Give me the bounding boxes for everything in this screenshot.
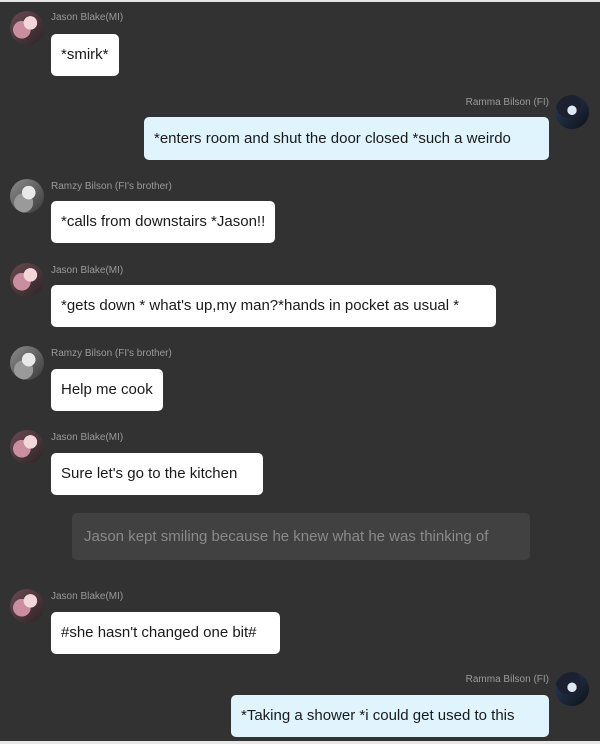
message-bubble[interactable]: #she hasn't changed one bit# [51,612,280,654]
sender-name: Jason Blake(MI) [51,591,124,602]
avatar-ramma[interactable] [555,95,589,129]
narration-bubble[interactable]: Jason kept smiling because he knew what … [72,513,530,560]
avatar-jason[interactable] [10,430,44,464]
top-border [0,0,600,2]
message-bubble[interactable]: Help me cook [51,369,163,411]
sender-name: Jason Blake(MI) [51,432,124,443]
sender-name: Ramma Bilson (FI) [465,674,549,685]
avatar-ramzy[interactable] [10,179,44,213]
message-bubble[interactable]: *smirk* [51,34,119,76]
message-bubble-own[interactable]: *enters room and shut the door closed *s… [144,117,549,160]
message-bubble[interactable]: *gets down * what's up,my man?*hands in … [51,285,496,327]
avatar-jason[interactable] [10,589,44,623]
sender-name: Jason Blake(MI) [51,265,124,276]
avatar-ramzy[interactable] [10,346,44,380]
sender-name: Ramzy Bilson (FI's brother) [51,181,172,192]
sender-name: Ramma Bilson (FI) [465,97,549,108]
sender-name: Ramzy Bilson (FI's brother) [51,348,172,359]
avatar-ramma[interactable] [555,672,589,706]
message-bubble[interactable]: *calls from downstairs *Jason!! [51,201,276,243]
avatar-jason[interactable] [10,263,44,297]
avatar-jason[interactable] [10,11,44,45]
message-bubble-own[interactable]: *Taking a shower *i could get used to th… [231,695,549,737]
sender-name: Jason Blake(MI) [51,12,124,23]
message-bubble[interactable]: Sure let's go to the kitchen [51,453,263,495]
